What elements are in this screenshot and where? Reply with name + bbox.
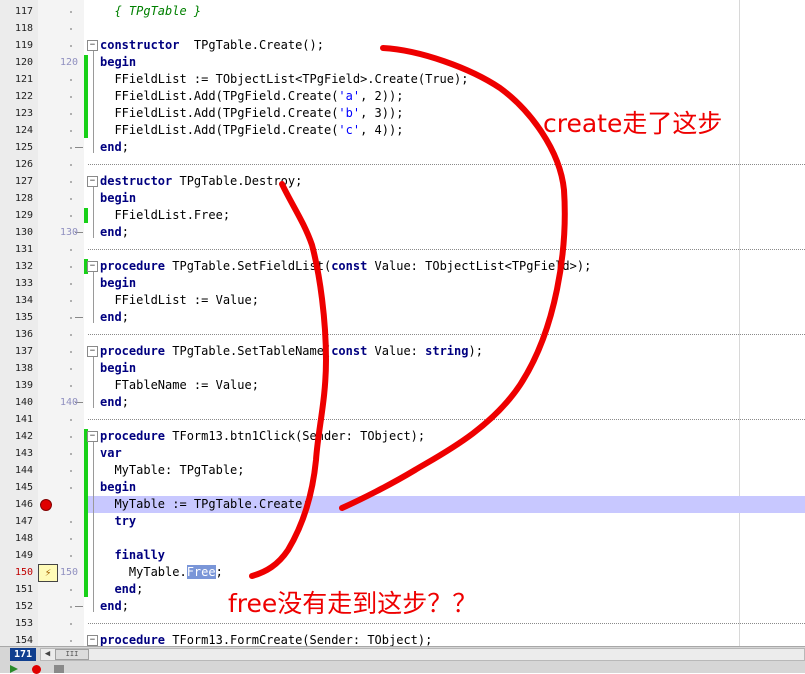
annotation-create-note: create走了这步 bbox=[543, 109, 723, 138]
stop-icon[interactable] bbox=[32, 665, 41, 674]
red-annotation-strokes bbox=[249, 45, 568, 579]
current-line-indicator: 171 bbox=[10, 648, 36, 661]
annotation-free-note: free没有走到这步？？ bbox=[228, 589, 478, 618]
scroll-left-arrow-icon[interactable]: ◀ bbox=[41, 649, 54, 660]
editor-statusbar: 171 ◀ III bbox=[0, 646, 805, 674]
scrollbar-thumb[interactable]: III bbox=[55, 649, 89, 660]
stroke-free-arrow bbox=[249, 181, 329, 579]
stroke-create-arrow bbox=[339, 45, 568, 511]
code-editor[interactable]: − − − − − −120 130 140 150 ⚡ 117 { TPgTable } 118 11… bbox=[0, 0, 805, 646]
horizontal-scrollbar[interactable]: ◀ III bbox=[40, 648, 805, 661]
